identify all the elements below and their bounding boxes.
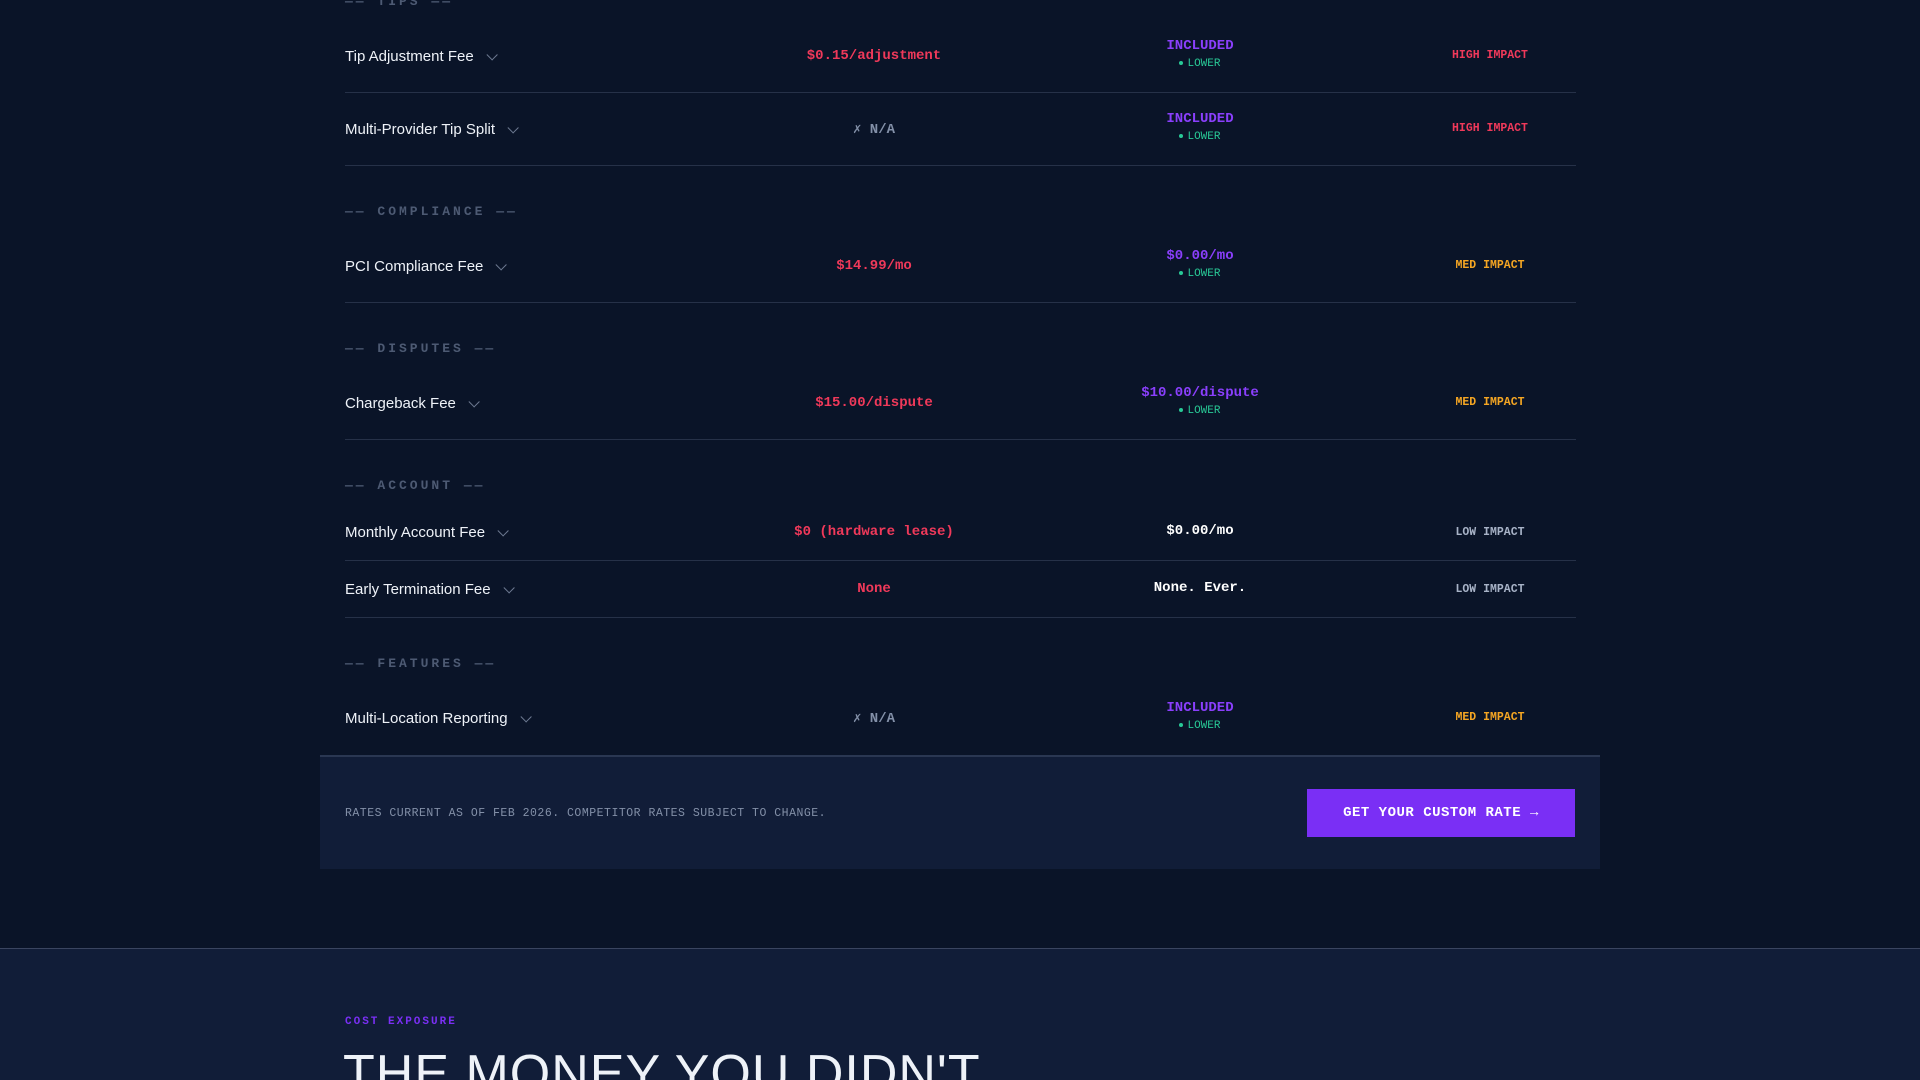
lower-badge: LOWER xyxy=(1045,58,1355,70)
our-rate: None. Ever. xyxy=(1045,580,1355,596)
cost-exposure-section: COST EXPOSURE THE MONEY YOU DIDN'T xyxy=(0,948,1920,1080)
our-rate-value: None. Ever. xyxy=(1153,580,1247,596)
dot-icon xyxy=(1179,61,1184,66)
chevron-down-icon xyxy=(486,48,498,61)
competitor-rate: ✗ N/A xyxy=(852,711,896,727)
lower-label: LOWER xyxy=(1187,405,1221,417)
table-row[interactable]: Monthly Account Fee $0 (hardware lease) … xyxy=(345,504,1576,561)
our-rate-value: $10.00/dispute xyxy=(1141,385,1259,401)
impact-badge: LOW IMPACT xyxy=(1455,583,1525,596)
dot-icon xyxy=(1179,408,1184,413)
competitor-rate: $0 (hardware lease) xyxy=(794,524,954,540)
lower-badge: LOWER xyxy=(1045,268,1355,280)
section-eyebrow: COST EXPOSURE xyxy=(345,1016,457,1028)
table-footer: RATES CURRENT AS OF FEB 2026. COMPETITOR… xyxy=(320,755,1600,869)
our-rate: INCLUDED LOWER xyxy=(1045,700,1355,732)
our-rate-value: INCLUDED xyxy=(1166,38,1234,54)
competitor-rate: ✗ N/A xyxy=(852,122,896,138)
fee-name-toggle[interactable]: Multi-Location Reporting xyxy=(345,710,532,727)
fee-name-toggle[interactable]: PCI Compliance Fee xyxy=(345,258,508,275)
impact-badge: MED IMPACT xyxy=(1455,396,1525,409)
chevron-down-icon xyxy=(507,121,519,134)
section-title: THE MONEY YOU DIDN'T xyxy=(343,1045,981,1080)
fee-name-toggle[interactable]: Early Termination Fee xyxy=(345,581,515,598)
table-row[interactable]: Multi-Location Reporting ✗ N/A INCLUDED … xyxy=(345,682,1576,755)
fee-name: Multi-Location Reporting xyxy=(345,710,508,727)
section-label-compliance: —— COMPLIANCE —— xyxy=(345,204,518,219)
our-rate: INCLUDED LOWER xyxy=(1045,111,1355,143)
dot-icon xyxy=(1179,723,1184,728)
rates-disclaimer: RATES CURRENT AS OF FEB 2026. COMPETITOR… xyxy=(345,807,827,820)
impact-badge: MED IMPACT xyxy=(1455,711,1525,724)
lower-label: LOWER xyxy=(1187,58,1221,70)
chevron-down-icon xyxy=(495,258,508,271)
fee-name-toggle[interactable]: Monthly Account Fee xyxy=(345,524,509,541)
lower-label: LOWER xyxy=(1187,131,1221,143)
table-row[interactable]: Multi-Provider Tip Split ✗ N/A INCLUDED … xyxy=(345,93,1576,166)
our-rate-value: $0.00/mo xyxy=(1166,248,1234,264)
section-label-account: —— ACCOUNT —— xyxy=(345,478,486,493)
fee-name-toggle[interactable]: Tip Adjustment Fee xyxy=(345,48,498,65)
fee-name: PCI Compliance Fee xyxy=(345,258,484,275)
our-rate-value: INCLUDED xyxy=(1166,111,1234,127)
lower-label: LOWER xyxy=(1187,268,1221,280)
fee-name-toggle[interactable]: Chargeback Fee xyxy=(345,395,480,412)
fee-name-toggle[interactable]: Multi-Provider Tip Split xyxy=(345,121,519,138)
impact-badge: HIGH IMPACT xyxy=(1452,49,1528,62)
impact-badge: LOW IMPACT xyxy=(1455,526,1525,539)
our-rate-value: $0.00/mo xyxy=(1166,523,1234,539)
chevron-down-icon xyxy=(497,524,509,537)
dot-icon xyxy=(1179,134,1184,139)
competitor-rate: $0.15/adjustment xyxy=(806,48,942,64)
fee-name: Monthly Account Fee xyxy=(345,524,486,541)
get-custom-rate-button[interactable]: GET YOUR CUSTOM RATE → xyxy=(1307,789,1575,837)
section-label-tips: —— TIPS —— xyxy=(345,0,454,9)
our-rate: $0.00/mo LOWER xyxy=(1045,248,1355,280)
section-label-disputes: —— DISPUTES —— xyxy=(345,341,497,356)
fee-name: Multi-Provider Tip Split xyxy=(345,121,496,138)
fee-name: Chargeback Fee xyxy=(345,395,456,412)
impact-badge: MED IMPACT xyxy=(1455,259,1525,272)
competitor-rate: $14.99/mo xyxy=(836,258,912,274)
chevron-down-icon xyxy=(503,581,515,594)
table-row[interactable]: PCI Compliance Fee $14.99/mo $0.00/mo LO… xyxy=(345,230,1576,303)
lower-badge: LOWER xyxy=(1045,131,1355,143)
fee-name: Early Termination Fee xyxy=(345,581,491,598)
section-label-features: —— FEATURES —— xyxy=(345,656,497,671)
lower-badge: LOWER xyxy=(1045,720,1355,732)
dot-icon xyxy=(1179,271,1184,276)
our-rate: INCLUDED LOWER xyxy=(1045,38,1355,70)
lower-badge: LOWER xyxy=(1045,405,1355,417)
our-rate-value: INCLUDED xyxy=(1166,700,1234,716)
fee-name: Tip Adjustment Fee xyxy=(345,48,474,65)
table-row[interactable]: Chargeback Fee $15.00/dispute $10.00/dis… xyxy=(345,367,1576,440)
table-row[interactable]: Early Termination Fee None None. Ever. L… xyxy=(345,561,1576,618)
table-row[interactable]: Tip Adjustment Fee $0.15/adjustment INCL… xyxy=(345,20,1576,93)
lower-label: LOWER xyxy=(1187,720,1221,732)
our-rate: $0.00/mo xyxy=(1045,523,1355,539)
competitor-rate: $15.00/dispute xyxy=(815,395,933,411)
impact-badge: HIGH IMPACT xyxy=(1452,122,1528,135)
chevron-down-icon xyxy=(520,710,532,723)
chevron-down-icon xyxy=(468,395,480,408)
competitor-rate: None xyxy=(857,581,891,597)
our-rate: $10.00/dispute LOWER xyxy=(1045,385,1355,417)
